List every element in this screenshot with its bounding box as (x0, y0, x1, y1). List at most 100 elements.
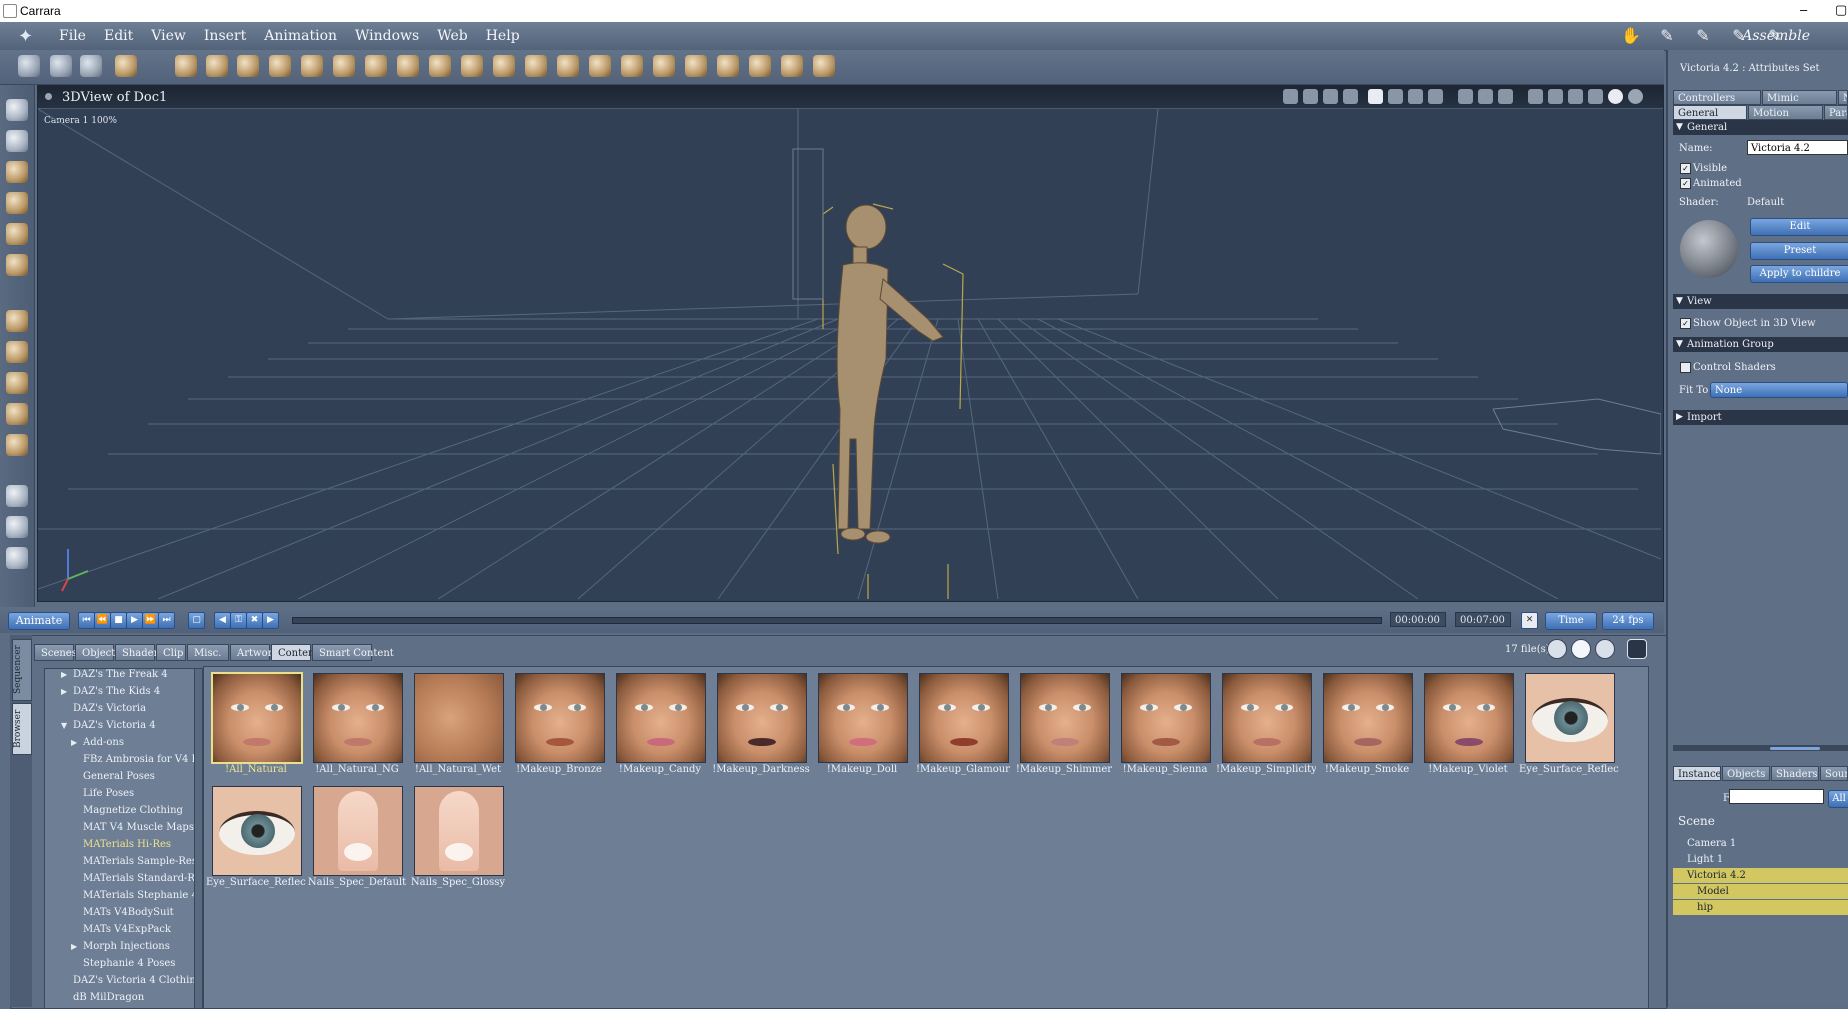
camera-bulb-icon[interactable] (685, 55, 707, 77)
animated-checkbox[interactable]: ✓ (1680, 178, 1691, 189)
menu-insert[interactable]: Insert (195, 28, 255, 44)
tree-item[interactable]: Stephanie 4 Poses (45, 956, 195, 973)
general-section-header[interactable]: ▼ General (1673, 120, 1848, 135)
render-area-icon[interactable] (1283, 89, 1298, 104)
go-to-start-icon[interactable]: ⏮ (78, 612, 95, 629)
tab-motion[interactable]: Motion (1748, 105, 1823, 120)
import-section-header[interactable]: ▶ Import (1673, 410, 1848, 425)
scale-tool-icon[interactable] (6, 192, 28, 214)
content-thumbnail[interactable]: !Makeup_Glamour (916, 671, 1010, 781)
find-input[interactable] (1729, 789, 1824, 804)
control-shaders-checkbox[interactable] (1680, 362, 1691, 373)
cylinder-primitive-icon[interactable] (206, 55, 228, 77)
tree-item[interactable]: MATerials Stephanie 4 (45, 888, 195, 905)
delete-key-icon[interactable]: ✖ (246, 612, 263, 629)
bounding-box-tool-icon[interactable] (6, 434, 28, 456)
fit-to-select[interactable]: None (1710, 382, 1848, 398)
browser-tab-clip[interactable]: Clip (156, 644, 186, 661)
tree-item[interactable]: MATs V4BodySuit (45, 905, 195, 922)
move-xz-tool-icon[interactable] (6, 372, 28, 394)
layout-three-icon[interactable] (1408, 89, 1423, 104)
collapsed-triangle-icon[interactable]: ▶ (71, 942, 77, 951)
pencil-tool-icon[interactable] (6, 223, 28, 245)
clouds-icon[interactable] (525, 55, 547, 77)
browser-tab-objects[interactable]: Objects (75, 644, 120, 661)
collapsed-triangle-icon[interactable]: ▶ (61, 670, 67, 679)
tree-item[interactable]: MAT V4 Muscle Maps (45, 820, 195, 837)
minimize-icon[interactable]: – (1800, 2, 1807, 17)
tree-item[interactable]: ▶ DAZ's The Kids 4 (45, 684, 195, 701)
tree-item[interactable]: MATerials Hi-Res (45, 837, 195, 854)
tree-item[interactable]: Life Poses (45, 786, 195, 803)
plant-icon[interactable] (429, 55, 451, 77)
shader-preview-sphere[interactable] (1680, 220, 1738, 278)
particles-icon[interactable] (365, 55, 387, 77)
content-thumbnail[interactable]: !Makeup_Shimmer (1016, 671, 1112, 781)
tab-row1-more[interactable]: N (1838, 90, 1848, 105)
tree-item[interactable]: ▶ Add-ons (45, 735, 195, 752)
tab-parameters[interactable]: Para (1824, 105, 1848, 120)
browser-tab-shaders[interactable]: Shaders (115, 644, 163, 661)
zoom-magnifier-icon[interactable] (6, 547, 28, 569)
view-large-icon[interactable] (1547, 639, 1567, 659)
scene-item[interactable]: Model (1673, 884, 1848, 899)
preview-sphere-icon[interactable] (1608, 89, 1623, 104)
pan-hand-icon[interactable] (6, 516, 28, 538)
tree-item[interactable]: FBz Ambrosia for V4 Pu (45, 752, 195, 769)
move-tool-icon[interactable] (6, 310, 28, 332)
tab-instances[interactable]: Instances (1673, 766, 1721, 781)
content-thumbnail[interactable]: Eye_Surface_Reflect_ (206, 784, 306, 894)
content-thumbnail[interactable]: !Makeup_Doll (816, 671, 908, 781)
key-icon[interactable]: ⚿ (230, 612, 247, 629)
menu-file[interactable]: File (50, 28, 95, 44)
tree-item[interactable]: MATerials Standard-Res (45, 871, 195, 888)
visible-checkbox[interactable]: ✓ (1680, 163, 1691, 174)
view-section-header[interactable]: ▼ View (1673, 294, 1848, 309)
collapsed-triangle-icon[interactable]: ▶ (61, 687, 67, 696)
select-arrow-icon[interactable] (6, 99, 28, 121)
close-timeline-icon[interactable]: ✕ (1521, 612, 1538, 629)
content-thumbnail[interactable]: !Makeup_Simplicity (1216, 671, 1316, 781)
tree-item[interactable]: DAZ's Victoria (45, 701, 195, 718)
animate-button[interactable]: Animate (8, 612, 70, 630)
view-medium-icon[interactable] (1571, 639, 1591, 659)
ground-plane-icon[interactable] (461, 55, 483, 77)
tree-item[interactable]: MATs V4ExpPack (45, 922, 195, 939)
scene-item[interactable]: hip (1673, 900, 1848, 915)
menu-view[interactable]: View (142, 28, 195, 44)
model-room-icon[interactable]: ✎ (1654, 25, 1680, 47)
direct-select-icon[interactable] (6, 130, 28, 152)
textured-sphere-icon[interactable] (1628, 89, 1643, 104)
prev-key-icon[interactable]: ◀ (214, 612, 231, 629)
content-thumbnail[interactable]: Nails_Spec_Glossy (411, 784, 505, 894)
end-time-field[interactable]: 00:07:00 (1455, 612, 1511, 627)
tree-item[interactable]: General Poses (45, 769, 195, 786)
menu-web[interactable]: Web (428, 28, 477, 44)
shield-view-3-icon[interactable] (1498, 89, 1513, 104)
content-thumbnail[interactable]: Eye_Surface_Reflect_ (1519, 671, 1619, 781)
tree-item[interactable]: DAZ's Victoria 4 Clothing (45, 973, 195, 990)
tab-mimic[interactable]: Mimic (1762, 90, 1837, 105)
content-thumbnail[interactable]: !Makeup_Darkness (712, 671, 810, 781)
browser-tab-smart-content[interactable]: Smart Content (312, 644, 394, 661)
tree-item[interactable]: dB MilDragon (45, 990, 195, 1007)
wire-icon[interactable] (1323, 89, 1338, 104)
content-thumbnail[interactable]: !Makeup_Smoke (1321, 671, 1413, 781)
fps-select[interactable]: 24 fps (1602, 612, 1654, 630)
tree-item[interactable]: Magnetize Clothing (45, 803, 195, 820)
panel-splitter[interactable] (1673, 745, 1848, 751)
edit-tool-icon[interactable] (115, 55, 137, 77)
browser-tab-misc[interactable]: Misc. (187, 644, 229, 661)
sequencer-tab[interactable]: Sequencer (12, 639, 32, 701)
content-thumbnail[interactable]: !All_Natural (210, 671, 303, 781)
view-close-icon[interactable] (45, 93, 52, 100)
info-icon[interactable] (1303, 89, 1318, 104)
tab-objects[interactable]: Objects (1722, 766, 1770, 781)
menu-windows[interactable]: Windows (346, 28, 428, 44)
content-thumbnail[interactable]: !Makeup_Candy (614, 671, 706, 781)
find-all-button[interactable]: All (1828, 790, 1848, 808)
storyboard-room-icon[interactable]: ✎ (1690, 25, 1716, 47)
rotate-tool-icon[interactable] (6, 161, 28, 183)
content-thumbnail[interactable]: !All_Natural_NG (311, 671, 403, 781)
tree-item[interactable]: ▶ DAZ's The Freak 4 (45, 669, 195, 684)
